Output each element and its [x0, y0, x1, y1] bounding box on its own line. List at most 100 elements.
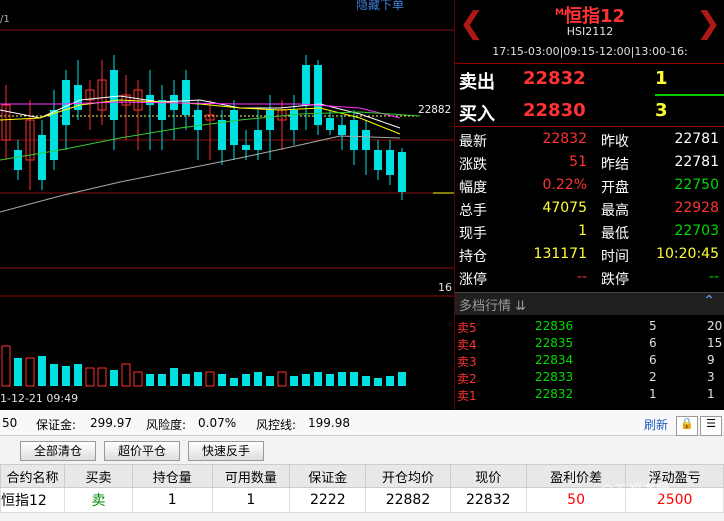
- sell-volume: 1: [655, 68, 668, 89]
- depth-count: 1: [707, 387, 715, 401]
- stat-key: 总手: [459, 203, 487, 219]
- session-times: 17:15-03:00|09:15-12:00|13:00-16:: [492, 45, 688, 58]
- candle-body: [290, 110, 298, 130]
- candle-body: [362, 130, 370, 150]
- candle-body: [266, 110, 274, 130]
- action-bar: 全部清仓 超价平仓 快速反手: [0, 438, 724, 463]
- stat-value: 1: [578, 223, 587, 239]
- lock-icon[interactable]: 🔒: [676, 416, 698, 436]
- sell-row[interactable]: 卖出 22832 1: [455, 64, 724, 94]
- depth-volume: 6: [649, 336, 657, 350]
- stat-value: 22781: [674, 154, 719, 170]
- stat-row: 最新 22832 昨收 22781: [455, 128, 724, 151]
- axis-label: 16: [438, 281, 452, 294]
- depth-row[interactable]: 卖4 22835 6 15: [455, 335, 724, 352]
- volume-bar: [254, 372, 262, 386]
- stat-row: 现手 1 最低 22703: [455, 220, 724, 243]
- volume-bar: [338, 372, 346, 386]
- stat-row: 幅度 0.22% 开盘 22750: [455, 174, 724, 197]
- volume-bar: [133, 371, 143, 387]
- stat-value: 0.22%: [542, 177, 587, 193]
- list-icon[interactable]: ☰: [700, 416, 722, 436]
- stat-row: 持仓 131171 时间 10:20:45: [455, 243, 724, 266]
- stat-key: 昨收: [601, 134, 629, 150]
- depth-count: 15: [707, 336, 723, 350]
- candle-body: [110, 70, 118, 120]
- control-label: 风控线:: [256, 418, 297, 432]
- stat-key: 时间: [601, 249, 629, 265]
- refresh-link[interactable]: 刷新: [644, 416, 668, 433]
- candle-body: [350, 120, 358, 150]
- depth-price: 22832: [535, 387, 574, 401]
- depth-row[interactable]: 卖3 22834 6 9: [455, 352, 724, 369]
- table-cell: 卖: [64, 487, 133, 513]
- close-all-button[interactable]: 全部清仓: [20, 441, 96, 461]
- depth-row[interactable]: 卖2 22833 2 3: [455, 369, 724, 386]
- depth-title: 多档行情 ⇊: [459, 299, 527, 314]
- column-header[interactable]: 现价: [449, 464, 527, 488]
- stat-value: 22832: [542, 131, 587, 147]
- stat-value: 47075: [542, 200, 587, 216]
- stat-key: 开盘: [601, 180, 629, 196]
- column-header[interactable]: 合约名称: [0, 464, 66, 488]
- buy-row[interactable]: 买入 22830 3: [455, 96, 724, 126]
- quote-stats: 最新 22832 昨收 22781 涨跌 51 昨结 22781 幅度 0.22% …: [455, 128, 724, 289]
- volume-bar: [110, 370, 118, 386]
- depth-count: 20: [707, 319, 723, 333]
- stat-row: 总手 47075 最高 22928: [455, 197, 724, 220]
- depth-label: 卖5: [457, 321, 477, 335]
- stat-value: --: [708, 269, 719, 285]
- stat-key: 跌停: [601, 272, 629, 288]
- kline-chart[interactable]: 隐藏下单 /1 22882 16 1-12-21 09:49: [0, 0, 454, 410]
- column-header[interactable]: 保证金: [289, 464, 367, 488]
- candle-body: [14, 150, 22, 170]
- quote-panel: ❮ ❯ M恒指12 HSI2112 17:15-03:00|09:15-12:0…: [454, 0, 724, 410]
- depth-list: 卖5 22836 5 20 卖4 22835 6 15 卖3 22834 6 9 卖2…: [455, 318, 724, 403]
- kline-svg: [0, 29, 454, 387]
- candle-body: [326, 118, 334, 130]
- super-close-button[interactable]: 超价平仓: [104, 441, 180, 461]
- depth-row[interactable]: 卖5 22836 5 20: [455, 318, 724, 335]
- table-cell: 22882: [365, 487, 451, 513]
- column-header[interactable]: 开仓均价: [365, 464, 451, 488]
- volume-bar: [121, 363, 131, 387]
- table-cell: 1: [211, 487, 291, 513]
- volume-bar: [158, 374, 166, 386]
- stat-value: 10:20:45: [656, 246, 719, 262]
- depth-label: 卖3: [457, 355, 477, 369]
- volume-bar: [205, 371, 215, 387]
- volume-bar: [50, 364, 58, 386]
- reference-price-label: 22882: [418, 103, 452, 116]
- hide-order-button[interactable]: 隐藏下单: [356, 0, 404, 13]
- stat-value: 22781: [674, 131, 719, 147]
- stat-value: 22928: [674, 200, 719, 216]
- stat-row: 涨停 -- 跌停 --: [455, 266, 724, 289]
- volume-bar: [290, 376, 298, 386]
- volume-bar: [97, 367, 107, 387]
- trade-panel: 50 保证金: 299.97 风险度: 0.07% 风控线: 199.98 刷新…: [0, 410, 724, 521]
- chart-date-label: 1-12-21 09:49: [0, 392, 79, 405]
- depth-row[interactable]: 卖1 22832 1 1: [455, 386, 724, 403]
- column-header[interactable]: 买卖: [64, 464, 133, 488]
- depth-volume: 6: [649, 353, 657, 367]
- table-cell: 1: [131, 487, 213, 513]
- depth-header[interactable]: 多档行情 ⇊ ⌃: [455, 292, 724, 315]
- volume-bar: [277, 371, 287, 387]
- candle-body: [338, 125, 346, 135]
- volume-bar: [1, 345, 11, 387]
- buy-volume: 3: [655, 100, 668, 121]
- collapse-icon[interactable]: ⌃: [703, 293, 715, 309]
- candle-body: [218, 120, 226, 150]
- stat-key: 幅度: [459, 180, 487, 196]
- column-header[interactable]: 持仓量: [131, 464, 213, 488]
- depth-volume: 2: [649, 370, 657, 384]
- depth-label: 卖4: [457, 338, 477, 352]
- candle-body: [38, 135, 46, 180]
- stat-key: 现手: [459, 226, 487, 242]
- account-left-value: 50: [2, 416, 18, 430]
- volume-bar: [170, 368, 178, 386]
- column-header[interactable]: 可用数量: [211, 464, 291, 488]
- volume-bar: [74, 364, 82, 386]
- table-cell: 2222: [289, 487, 367, 513]
- quick-reverse-button[interactable]: 快速反手: [188, 441, 264, 461]
